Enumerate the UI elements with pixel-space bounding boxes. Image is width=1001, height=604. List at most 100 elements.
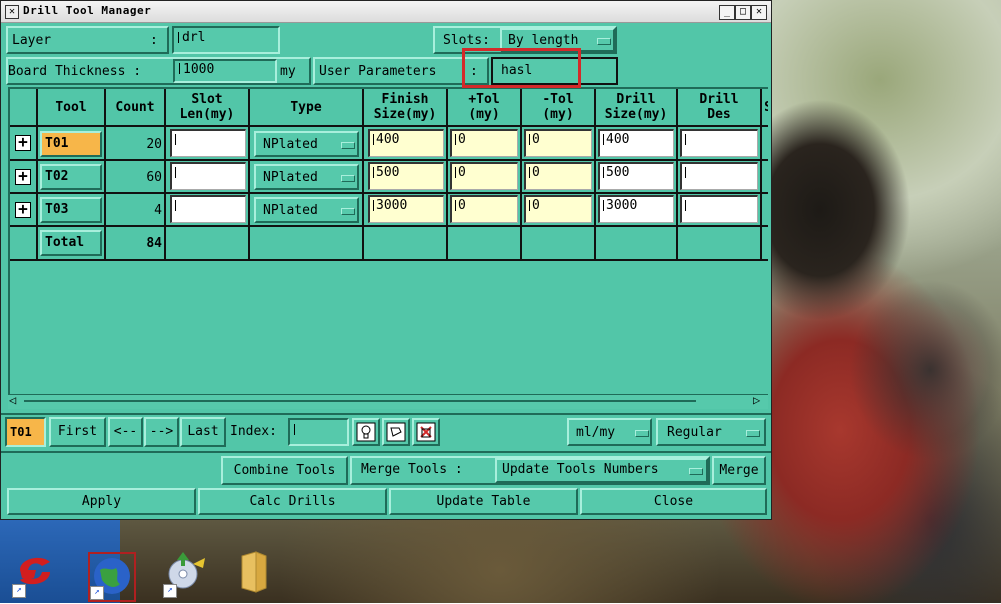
minus-tol-field[interactable]: 0 [524,195,592,223]
tool-button-t02[interactable]: T02 [40,164,102,190]
expand-row-icon[interactable]: + [15,168,31,185]
user-parameters-label: User Parameters [319,64,437,79]
user-parameters-value: hasl [501,63,533,78]
option-menu-icon [341,142,355,149]
next-button[interactable]: --> [144,417,179,447]
update-table-button[interactable]: Update Table [389,488,578,515]
user-parameters-button[interactable]: User Parameters : [313,57,489,85]
option-menu-icon [746,430,760,437]
finish-size-field[interactable]: 3000 [368,195,444,223]
board-thickness-value: 1000 [183,62,215,77]
first-button[interactable]: First [49,417,106,447]
finish-size-field[interactable]: 400 [368,129,444,157]
calc-drills-button[interactable]: Calc Drills [198,488,387,515]
shortcut-arrow-icon: ↗ [163,584,177,598]
layer-label: Layer [12,33,52,48]
column-header-slot-len: Slot Len(my) [179,92,235,122]
slots-label: Slots: [443,33,490,48]
mode-option-menu[interactable]: Regular [656,418,766,446]
prev-button[interactable]: <-- [108,417,143,447]
layer-field[interactable]: drl [172,26,280,54]
expand-row-icon[interactable]: + [15,201,31,218]
slots-option-menu[interactable]: By length [500,28,615,52]
slot-len-field[interactable] [170,162,246,190]
total-button[interactable]: Total [40,230,102,256]
folder-icon[interactable] [236,548,282,598]
merge-tools-label: Merge Tools : [361,462,463,477]
shortcut-arrow-icon: ↗ [90,586,104,600]
plus-tol-field[interactable]: 0 [450,129,518,157]
globe-app-icon[interactable]: ↗ [88,552,136,602]
type-option-menu[interactable]: NPlated [254,164,359,190]
board-thickness-unit: my [280,64,296,79]
layer-colon: : [150,33,158,48]
close-button[interactable]: Close [580,488,767,515]
minus-tol-field[interactable]: 0 [524,129,592,157]
document-icon[interactable] [382,418,410,446]
user-parameters-colon: : [470,64,478,79]
index-label: Index: [230,424,277,439]
option-menu-icon [341,175,355,182]
column-header-drill-size: Drill Size(my) [604,92,668,122]
option-menu-icon [635,430,649,437]
drill-des-field[interactable] [680,129,758,157]
layer-value: drl [182,30,206,45]
drill-des-field[interactable] [680,162,758,190]
window-title: Drill Tool Manager [23,4,152,17]
tool-button-t03[interactable]: T03 [40,197,102,223]
apply-button[interactable]: Apply [7,488,196,515]
minus-tol-field[interactable]: 0 [524,162,592,190]
drill-size-field[interactable]: 3000 [598,195,674,223]
cd-tool-app-icon[interactable]: ↗ [163,548,209,598]
type-option-menu[interactable]: NPlated [254,197,359,223]
maximize-button[interactable]: □ [735,5,751,20]
expand-row-icon[interactable]: + [15,134,31,151]
delete-icon[interactable] [412,418,440,446]
total-count: 84 [146,236,162,251]
column-header-drill-des: Drill Des [699,92,739,122]
title-bar: ✕ Drill Tool Manager _ □ ✕ [1,1,771,23]
slots-value: By length [508,33,579,48]
table-horizontal-scrollbar[interactable]: ◁ ▷ [8,393,768,409]
shortcut-arrow-icon: ↗ [12,584,26,598]
merge-button[interactable]: Merge [712,456,766,485]
close-window-button[interactable]: ✕ [751,5,767,20]
plus-tol-field[interactable]: 0 [450,162,518,190]
tool-table: Tool Count Slot Len(my) Type Finish Size… [8,87,768,394]
window-menu-icon[interactable]: ✕ [5,5,19,19]
tool-button-t01[interactable]: T01 [40,131,102,157]
column-header-tool: Tool [55,99,87,115]
drill-size-field[interactable]: 400 [598,129,674,157]
option-menu-icon [341,208,355,215]
drill-des-field[interactable] [680,195,758,223]
merge-option-menu[interactable]: Update Tools Numbers [495,458,708,483]
minimize-button[interactable]: _ [719,5,735,20]
column-header-plus-tol: +Tol (my) [468,92,500,122]
scroll-left-icon[interactable]: ◁ [9,393,16,407]
combine-tools-button[interactable]: Combine Tools [221,456,348,485]
scroll-right-icon[interactable]: ▷ [753,393,760,407]
units-option-menu[interactable]: ml/my [567,418,652,446]
plus-tol-field[interactable]: 0 [450,195,518,223]
user-parameters-field[interactable]: hasl [491,57,618,85]
option-menu-icon [597,38,611,45]
scroll-thumb[interactable] [24,400,696,402]
finish-size-field[interactable]: 500 [368,162,444,190]
column-header-minus-tol: -Tol (my) [542,92,574,122]
column-header-type: Type [290,99,322,115]
option-menu-icon [689,468,703,475]
current-tool-indicator: T01 [5,417,46,447]
last-button[interactable]: Last [180,417,226,447]
red-app-icon[interactable]: ↗ [12,548,58,598]
layer-button[interactable]: Layer : [6,26,169,54]
board-thickness-label: Board Thickness : [8,64,142,79]
lightbulb-icon[interactable] [352,418,380,446]
drill-tool-manager-window: ✕ Drill Tool Manager _ □ ✕ Layer : drl S… [0,0,772,520]
drill-size-field[interactable]: 500 [598,162,674,190]
index-field[interactable] [288,418,349,446]
board-thickness-field[interactable]: 1000 [173,59,277,83]
slot-len-field[interactable] [170,195,246,223]
type-option-menu[interactable]: NPlated [254,131,359,157]
slot-len-field[interactable] [170,129,246,157]
column-header-count: Count [115,99,155,115]
